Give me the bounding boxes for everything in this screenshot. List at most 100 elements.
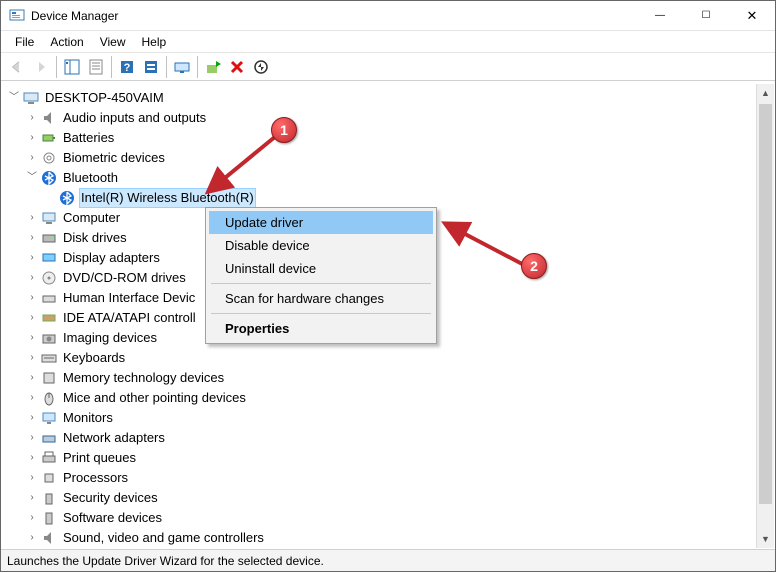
back-button[interactable]: [5, 55, 29, 79]
scan-hardware-button[interactable]: [170, 55, 194, 79]
chevron-down-icon[interactable]: ﹀: [24, 168, 40, 188]
display-adapter-icon: [40, 250, 58, 266]
tree-item-network[interactable]: ›Network adapters: [6, 428, 752, 448]
chevron-right-icon[interactable]: ›: [24, 488, 40, 508]
update-driver-button[interactable]: [201, 55, 225, 79]
tree-item-processors[interactable]: ›Processors: [6, 468, 752, 488]
toolbar: ?: [1, 53, 775, 81]
tree-item-batteries[interactable]: ›Batteries: [6, 128, 752, 148]
svg-text:?: ?: [124, 62, 131, 74]
sound-icon: [40, 530, 58, 546]
software-icon: [40, 510, 58, 526]
battery-icon: [40, 130, 58, 146]
menu-help[interactable]: Help: [134, 33, 175, 51]
chevron-right-icon[interactable]: ›: [24, 248, 40, 268]
memory-icon: [40, 370, 58, 386]
tree-item-sound[interactable]: ›Sound, video and game controllers: [6, 528, 752, 548]
uninstall-device-button[interactable]: [225, 55, 249, 79]
bluetooth-icon: [58, 190, 76, 206]
chevron-right-icon[interactable]: ›: [24, 288, 40, 308]
disk-icon: [40, 230, 58, 246]
properties-button[interactable]: [84, 55, 108, 79]
tree-root[interactable]: ﹀ DESKTOP-450VAIM: [6, 88, 752, 108]
hid-icon: [40, 290, 58, 306]
action-button[interactable]: [139, 55, 163, 79]
menu-item-scan-hardware[interactable]: Scan for hardware changes: [209, 287, 433, 310]
help-button[interactable]: ?: [115, 55, 139, 79]
chevron-right-icon[interactable]: ›: [24, 508, 40, 528]
tree-item-keyboards[interactable]: ›Keyboards: [6, 348, 752, 368]
menu-file[interactable]: File: [7, 33, 42, 51]
tree-item-bluetooth[interactable]: ﹀Bluetooth: [6, 168, 752, 188]
menu-item-update-driver[interactable]: Update driver: [209, 211, 433, 234]
fingerprint-icon: [40, 150, 58, 166]
menubar: File Action View Help: [1, 31, 775, 53]
tree-item-monitors[interactable]: ›Monitors: [6, 408, 752, 428]
tree-item-software[interactable]: ›Software devices: [6, 508, 752, 528]
minimize-button[interactable]: —: [637, 1, 683, 31]
tree-item-bluetooth-device[interactable]: ›Intel(R) Wireless Bluetooth(R): [6, 188, 752, 208]
chevron-right-icon[interactable]: ›: [24, 348, 40, 368]
scroll-up-button[interactable]: ▲: [757, 84, 774, 102]
chevron-right-icon[interactable]: ›: [24, 128, 40, 148]
tree-root-label: DESKTOP-450VAIM: [43, 88, 166, 108]
chevron-right-icon[interactable]: ›: [24, 468, 40, 488]
chevron-right-icon[interactable]: ›: [24, 328, 40, 348]
tree-item-biometric[interactable]: ›Biometric devices: [6, 148, 752, 168]
chevron-right-icon[interactable]: ›: [24, 148, 40, 168]
chevron-right-icon[interactable]: ›: [24, 368, 40, 388]
cpu-icon: [40, 470, 58, 486]
printer-icon: [40, 450, 58, 466]
scroll-down-button[interactable]: ▼: [757, 530, 774, 548]
keyboard-icon: [40, 350, 58, 366]
maximize-button[interactable]: ☐: [683, 1, 729, 31]
network-icon: [40, 430, 58, 446]
disable-device-button[interactable]: [249, 55, 273, 79]
chevron-right-icon[interactable]: ›: [24, 408, 40, 428]
chevron-right-icon[interactable]: ›: [24, 388, 40, 408]
mouse-icon: [40, 390, 58, 406]
chevron-right-icon[interactable]: ›: [24, 308, 40, 328]
chevron-right-icon[interactable]: ›: [24, 228, 40, 248]
app-icon: [9, 8, 25, 24]
bluetooth-icon: [40, 170, 58, 186]
scroll-thumb[interactable]: [759, 104, 772, 504]
vertical-scrollbar[interactable]: ▲ ▼: [756, 84, 774, 548]
tree-item-mice[interactable]: ›Mice and other pointing devices: [6, 388, 752, 408]
menu-item-uninstall-device[interactable]: Uninstall device: [209, 257, 433, 280]
forward-button[interactable]: [29, 55, 53, 79]
computer-icon: [22, 90, 40, 106]
chevron-right-icon[interactable]: ›: [24, 428, 40, 448]
status-bar: Launches the Update Driver Wizard for th…: [1, 549, 775, 571]
camera-icon: [40, 330, 58, 346]
tree-item-audio[interactable]: ›Audio inputs and outputs: [6, 108, 752, 128]
close-button[interactable]: ✕: [729, 1, 775, 31]
chevron-right-icon[interactable]: ›: [24, 268, 40, 288]
context-menu: Update driver Disable device Uninstall d…: [205, 207, 437, 344]
menu-action[interactable]: Action: [42, 33, 91, 51]
chevron-right-icon[interactable]: ›: [24, 208, 40, 228]
chevron-right-icon[interactable]: ›: [24, 448, 40, 468]
menu-view[interactable]: View: [92, 33, 134, 51]
titlebar: Device Manager — ☐ ✕: [1, 1, 775, 31]
menu-item-disable-device[interactable]: Disable device: [209, 234, 433, 257]
monitor-icon: [40, 410, 58, 426]
tree-item-security[interactable]: ›Security devices: [6, 488, 752, 508]
window-title: Device Manager: [31, 9, 118, 23]
tree-item-memory[interactable]: ›Memory technology devices: [6, 368, 752, 388]
audio-icon: [40, 110, 58, 126]
status-text: Launches the Update Driver Wizard for th…: [7, 554, 324, 568]
menu-separator: [211, 283, 431, 284]
computer-icon: [40, 210, 58, 226]
security-icon: [40, 490, 58, 506]
chevron-down-icon[interactable]: ﹀: [6, 88, 22, 108]
chevron-right-icon[interactable]: ›: [24, 108, 40, 128]
menu-item-properties[interactable]: Properties: [209, 317, 433, 340]
show-hide-console-tree-button[interactable]: [60, 55, 84, 79]
tree-item-print[interactable]: ›Print queues: [6, 448, 752, 468]
selected-device-label: Intel(R) Wireless Bluetooth(R): [79, 188, 256, 208]
ide-icon: [40, 310, 58, 326]
chevron-right-icon[interactable]: ›: [24, 528, 40, 548]
disc-icon: [40, 270, 58, 286]
menu-separator: [211, 313, 431, 314]
